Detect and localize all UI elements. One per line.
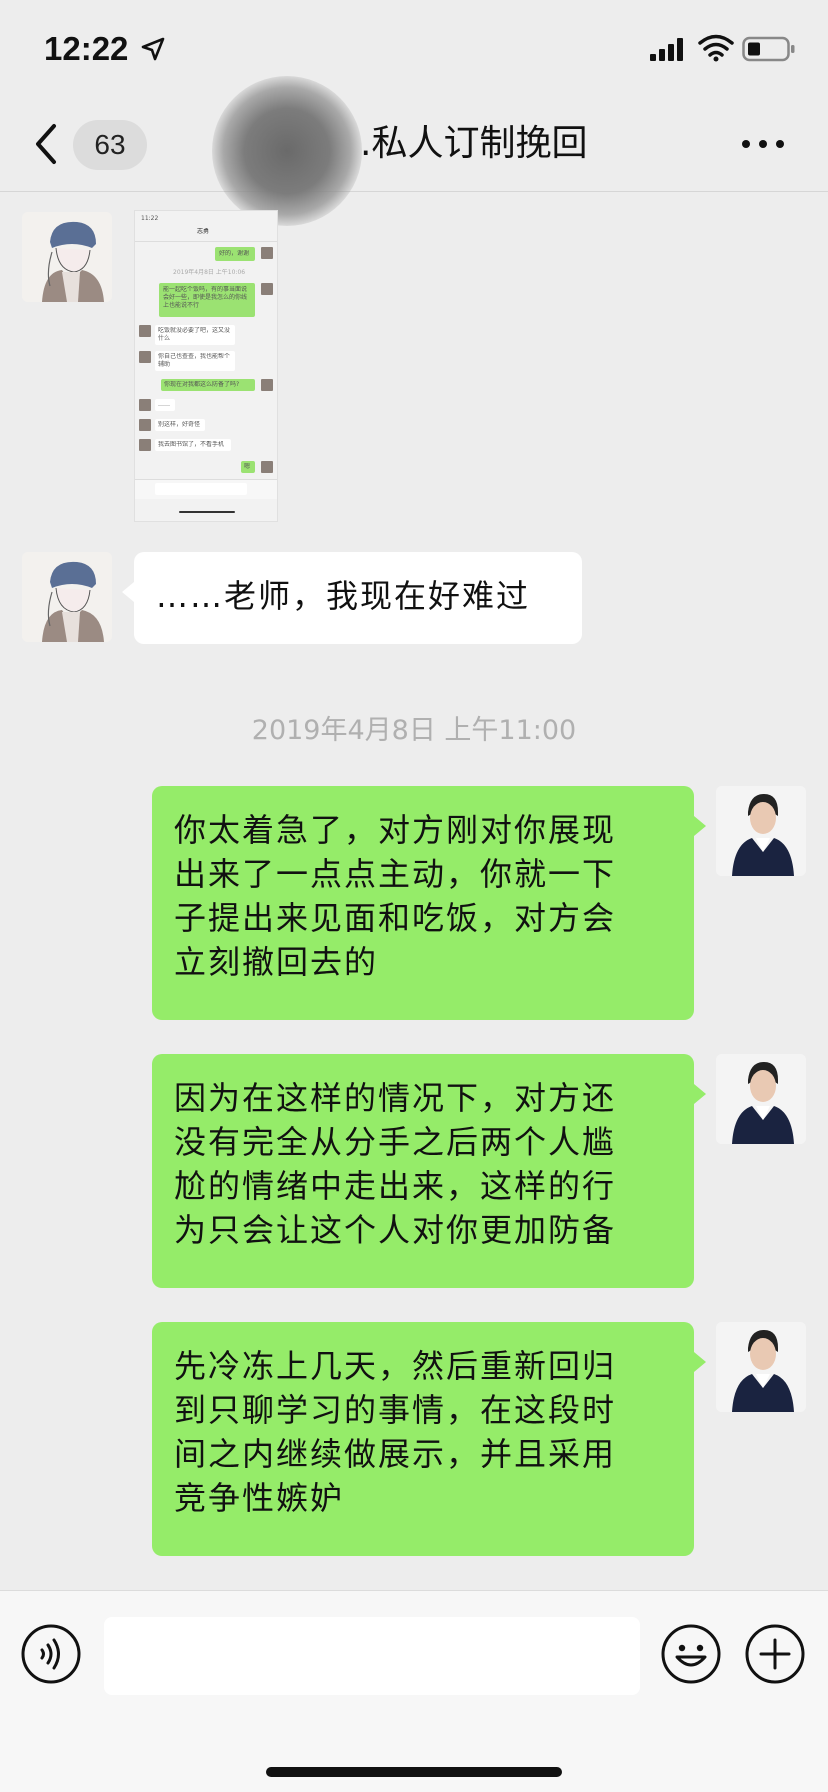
unread-count-badge[interactable]: 63	[73, 120, 147, 170]
wifi-icon	[698, 34, 734, 62]
sent-message-bubble[interactable]: 先冷冻上几天，然后重新回归 到只聊学习的事情，在这段时 间之内继续做展示，并且采…	[152, 1322, 706, 1556]
thumb-line: 吃饭就没必要了吧，这又没什么	[158, 327, 231, 342]
received-message-bubble[interactable]: ……老师，我现在好难过	[122, 552, 582, 644]
message-timestamp: 2019年4月8日 上午11:00	[251, 715, 577, 746]
chat-title: .私人订制挽回	[360, 123, 588, 164]
thumb-title: 志勇	[197, 228, 210, 235]
message-line: 间之内继续做展示，并且采用	[174, 1435, 617, 1473]
redacted-name-smudge	[212, 76, 362, 226]
chat-header: 63 .私人订制挽回	[0, 76, 828, 226]
chat-input-bar	[0, 1590, 828, 1792]
message-text: ……老师，我现在好难过	[156, 577, 531, 615]
thumb-line: 嗯	[244, 463, 251, 470]
message-input[interactable]	[104, 1617, 640, 1695]
plus-icon[interactable]	[744, 1623, 806, 1685]
message-line: 子提出来见面和吃饭，对方会	[174, 899, 617, 937]
home-indicator	[266, 1767, 562, 1777]
location-arrow-icon	[141, 37, 165, 61]
sent-message-bubble[interactable]: 你太着急了，对方刚对你展现 出来了一点点主动，你就一下 子提出来见面和吃饭，对方…	[152, 786, 706, 1020]
contact-avatar[interactable]	[22, 552, 112, 642]
more-dots-icon[interactable]	[738, 126, 788, 162]
girl-sketch-avatar-icon	[22, 212, 112, 302]
back-chevron-icon[interactable]	[30, 120, 60, 168]
man-in-suit-avatar-icon	[716, 1054, 806, 1144]
message-line: 竞争性嫉妒	[174, 1479, 345, 1517]
my-avatar[interactable]	[716, 1322, 806, 1412]
thumb-line: 你自己也查查，我也能帮个辅助	[158, 353, 231, 368]
voice-icon[interactable]	[20, 1623, 82, 1685]
message-line: 没有完全从分手之后两个人尴	[174, 1123, 617, 1161]
message-line: 到只聊学习的事情，在这段时	[174, 1391, 617, 1429]
thumb-line: 你现在对我都这么防备了吗?	[164, 381, 240, 388]
status-bar: 12:22	[0, 0, 828, 96]
message-line: 先冷冻上几天，然后重新回归	[174, 1347, 617, 1385]
thumb-time: 11:22	[141, 215, 159, 222]
message-line: 立刻撤回去的	[174, 943, 379, 981]
status-time: 12:22	[44, 30, 129, 67]
chat-screenshot-image[interactable]: 11:22 志勇 好的，谢谢 2019年4月8日 上午10:06 能一起吃个饭吗…	[134, 210, 278, 522]
message-line: 尬的情绪中走出来，这样的行	[174, 1167, 617, 1205]
sent-message-bubble[interactable]: 因为在这样的情况下，对方还 没有完全从分手之后两个人尴 尬的情绪中走出来，这样的…	[152, 1054, 706, 1288]
thumb-line: 好的，谢谢	[219, 250, 250, 257]
girl-sketch-avatar-icon	[22, 552, 112, 642]
thumb-line: 别这样，好奇怪	[158, 421, 201, 428]
man-in-suit-avatar-icon	[716, 1322, 806, 1412]
thumb-line: 我去图书馆了，不看手机	[158, 441, 225, 448]
emoji-icon[interactable]	[660, 1623, 722, 1685]
message-line: 你太着急了，对方刚对你展现	[174, 811, 617, 849]
thumb-line: 能一起吃个饭吗，有的事当面说会好一些，即使是我怎么的你线上也能说不行	[163, 286, 248, 309]
man-in-suit-avatar-icon	[716, 786, 806, 876]
contact-avatar[interactable]	[22, 212, 112, 302]
battery-icon	[742, 36, 795, 62]
thumb-date: 2019年4月8日 上午10:06	[173, 269, 246, 276]
message-line: 因为在这样的情况下，对方还	[174, 1079, 617, 1117]
message-line: 出来了一点点主动，你就一下	[174, 855, 617, 893]
message-line: 为只会让这个人对你更加防备	[174, 1211, 617, 1249]
my-avatar[interactable]	[716, 786, 806, 876]
thumb-line: ……	[158, 401, 170, 408]
signal-icon	[650, 38, 683, 61]
my-avatar[interactable]	[716, 1054, 806, 1144]
